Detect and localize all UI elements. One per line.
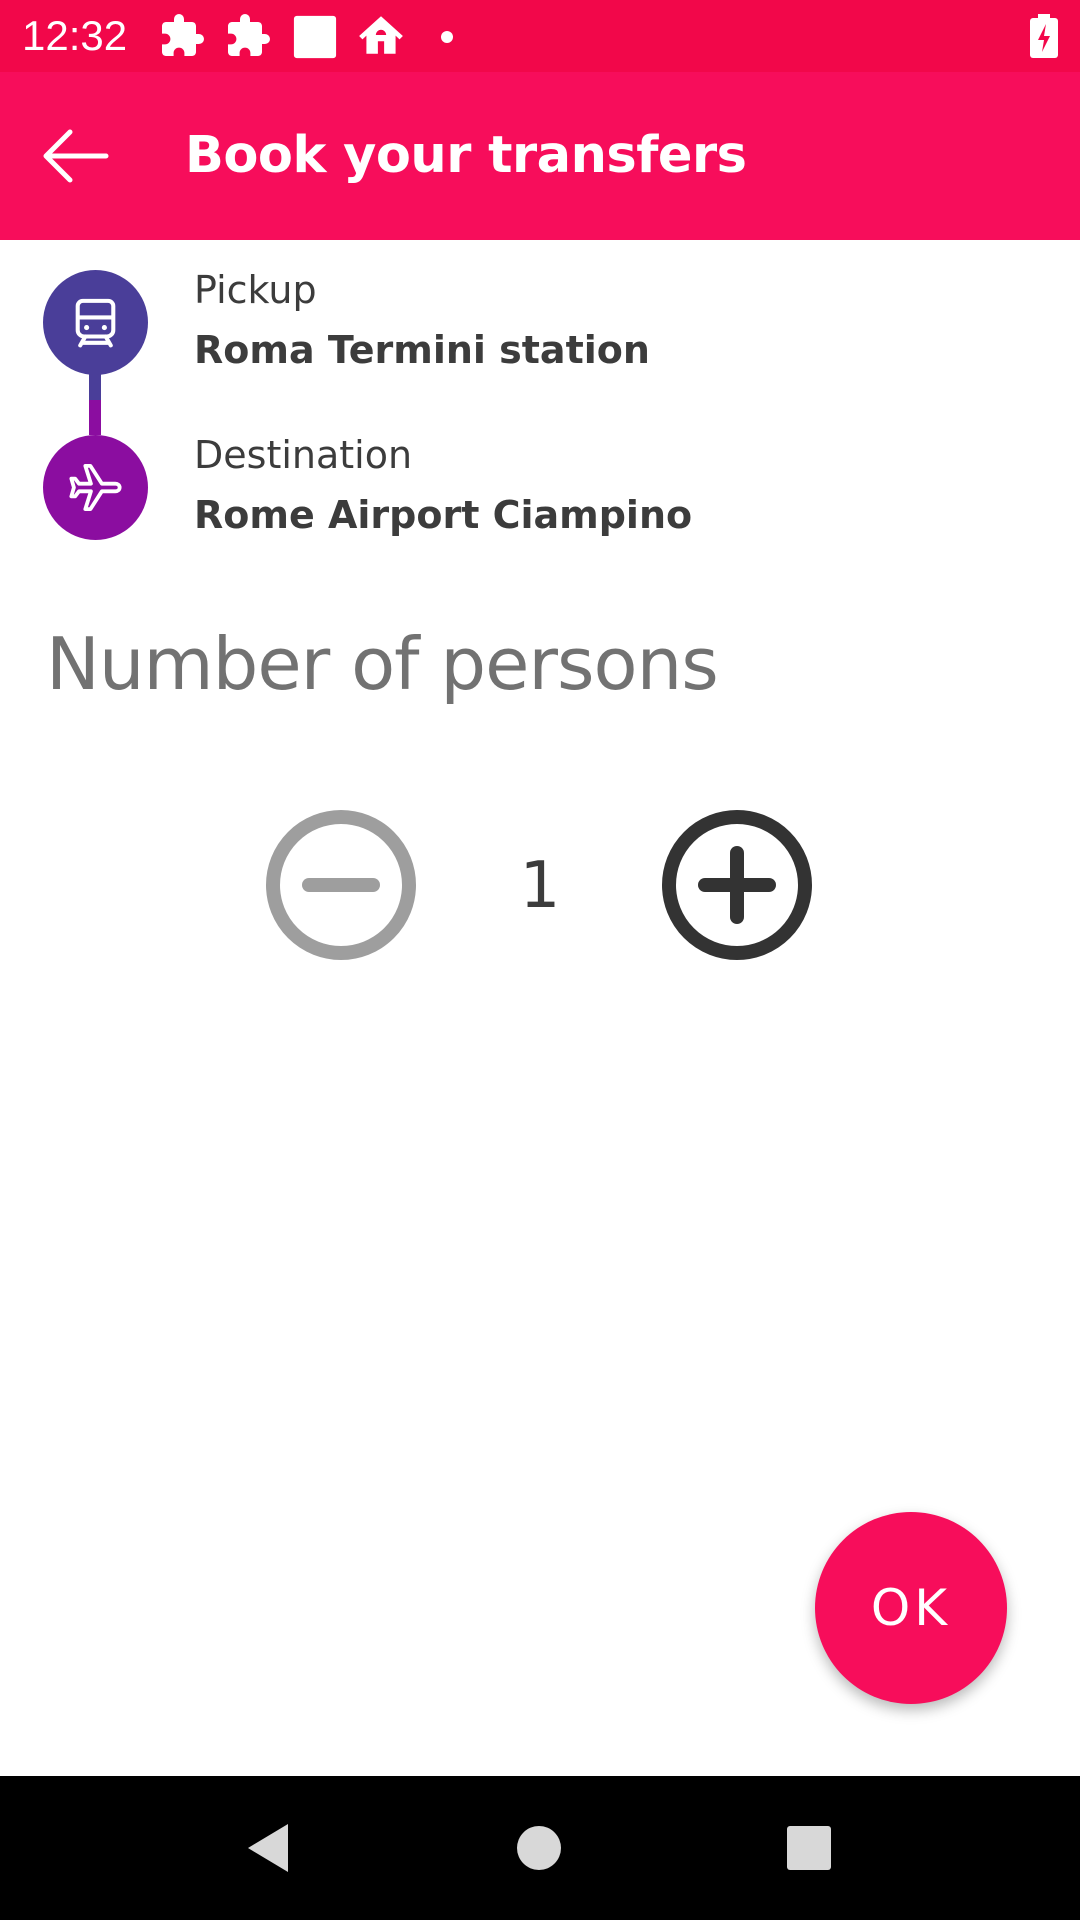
- decrease-button[interactable]: [264, 808, 418, 962]
- status-bar: 12:32: [0, 0, 1080, 72]
- route-summary: Pickup Roma Termini station Destination …: [0, 240, 1080, 560]
- app-bar: Book your transfers: [0, 72, 1080, 240]
- back-triangle-icon[interactable]: [240, 1818, 296, 1883]
- pickup-value: Roma Termini station: [194, 328, 650, 372]
- puzzle-icon: [158, 12, 206, 65]
- persons-heading: Number of persons: [46, 622, 719, 706]
- plus-circle-icon: [660, 810, 814, 966]
- battery-charging-icon: [1030, 14, 1058, 63]
- destination-marker: [43, 435, 148, 540]
- square-icon: [292, 14, 338, 65]
- destination-label: Destination: [194, 433, 413, 477]
- puzzle-icon: [224, 12, 272, 65]
- persons-count: 1: [519, 849, 561, 923]
- back-button[interactable]: [30, 112, 120, 202]
- arrow-left-icon: [30, 129, 120, 206]
- minus-circle-icon: [264, 810, 418, 966]
- home-icon: [356, 10, 406, 65]
- destination-value: Rome Airport Ciampino: [194, 493, 693, 537]
- page-title: Book your transfers: [185, 126, 747, 185]
- navigation-bar: [0, 1776, 1080, 1920]
- route-connector: [89, 365, 101, 435]
- dot-icon: [440, 30, 454, 49]
- pickup-marker: [43, 270, 148, 375]
- ok-button[interactable]: OK: [815, 1512, 1007, 1704]
- pickup-label: Pickup: [194, 268, 317, 312]
- home-circle-icon[interactable]: [516, 1818, 562, 1883]
- increase-button[interactable]: [660, 808, 814, 962]
- status-time: 12:32: [22, 12, 128, 59]
- recents-square-icon[interactable]: [785, 1818, 833, 1883]
- persons-stepper: 1: [0, 800, 1080, 970]
